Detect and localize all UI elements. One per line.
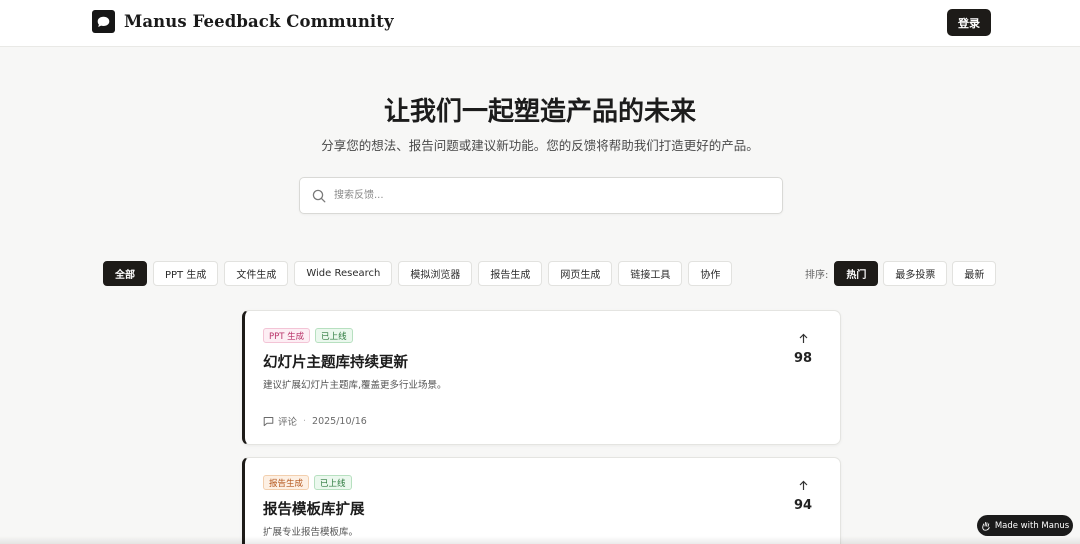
vote-count: 94 — [793, 498, 813, 513]
status-badge: 已上线 — [315, 328, 353, 343]
badge-label: Made with Manus — [994, 520, 1070, 531]
sort-newest[interactable]: 最新 — [952, 261, 997, 286]
made-with-manus-badge[interactable]: Made with Manus — [977, 515, 1073, 536]
category-tag: PPT 生成 — [263, 328, 311, 343]
filter-browser[interactable]: 模拟浏览器 — [398, 261, 473, 286]
search-box[interactable] — [299, 177, 783, 214]
card-tags: 报告生成 已上线 — [263, 475, 352, 490]
card-meta: 评论 · 2025/10/16 — [263, 414, 367, 428]
hero-title: 让我们一起塑造产品的未来 — [383, 97, 696, 127]
bottom-fade — [0, 536, 1080, 544]
feedback-card[interactable]: PPT 生成 已上线 幻灯片主题库持续更新 建议扩展幻灯片主题库,覆盖更多行业场… — [242, 310, 841, 445]
filter-webpage[interactable]: 网页生成 — [548, 261, 613, 286]
top-header: Manus Feedback Community 登录 — [0, 0, 1080, 47]
filter-wide-research[interactable]: Wide Research — [294, 261, 393, 286]
comment-icon — [263, 416, 274, 426]
brand-name: Manus Feedback Community — [124, 12, 394, 31]
login-button[interactable]: 登录 — [947, 9, 991, 36]
card-tags: PPT 生成 已上线 — [263, 328, 353, 343]
sort-label: 排序: — [805, 270, 829, 281]
category-filters: 全部 PPT 生成 文件生成 Wide Research 模拟浏览器 报告生成 … — [103, 261, 733, 286]
manus-hand-icon — [982, 521, 990, 531]
filter-all[interactable]: 全部 — [103, 261, 147, 286]
upvote-button[interactable]: 98 — [781, 333, 825, 366]
feedback-card[interactable]: 报告生成 已上线 报告模板库扩展 扩展专业报告模板库。 94 — [242, 457, 841, 544]
sort-most-votes[interactable]: 最多投票 — [883, 261, 948, 286]
card-title: 幻灯片主题库持续更新 — [263, 355, 408, 371]
filter-collab[interactable]: 协作 — [688, 261, 733, 286]
filter-report[interactable]: 报告生成 — [478, 261, 543, 286]
arrow-up-icon — [799, 333, 807, 343]
category-tag: 报告生成 — [263, 475, 310, 490]
status-badge: 已上线 — [314, 475, 352, 490]
meta-separator: · — [303, 415, 307, 427]
search-icon — [312, 189, 326, 203]
search-input[interactable] — [334, 178, 774, 213]
sort-controls: 排序: 热门 最多投票 最新 — [805, 261, 997, 286]
hero-subtitle: 分享您的想法、报告问题或建议新功能。您的反馈将帮助我们打造更好的产品。 — [321, 138, 759, 153]
upvote-button[interactable]: 94 — [781, 480, 825, 513]
vote-count: 98 — [793, 351, 813, 366]
post-date: 2025/10/16 — [312, 415, 367, 427]
filter-link-tools[interactable]: 链接工具 — [618, 261, 683, 286]
sort-hot[interactable]: 热门 — [834, 261, 879, 286]
chat-bubble-logo-icon — [92, 10, 115, 33]
filter-file[interactable]: 文件生成 — [224, 261, 289, 286]
arrow-up-icon — [799, 480, 807, 490]
filter-ppt[interactable]: PPT 生成 — [153, 261, 219, 286]
card-title: 报告模板库扩展 — [263, 502, 365, 518]
card-description: 建议扩展幻灯片主题库,覆盖更多行业场景。 — [263, 380, 447, 391]
comment-link[interactable]: 评论 — [278, 414, 297, 428]
brand[interactable]: Manus Feedback Community — [92, 10, 394, 33]
